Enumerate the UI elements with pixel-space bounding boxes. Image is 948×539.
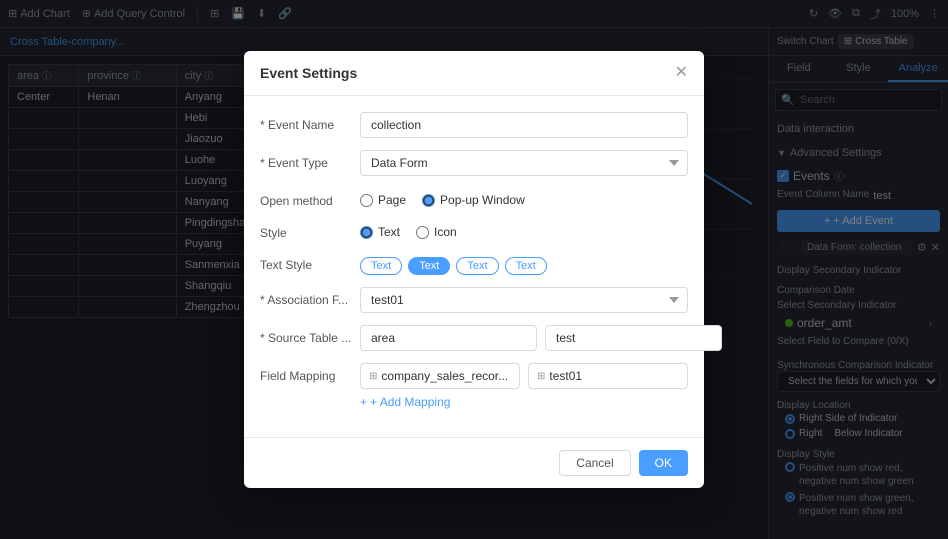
page-radio[interactable] [360,194,373,207]
association-select[interactable]: test01 [360,287,688,313]
field-map-left-icon: ⊞ [369,371,377,382]
add-mapping-button[interactable]: + + Add Mapping [360,395,688,409]
field-map-left-value: company_sales_recor... [381,369,508,383]
icon-style-option[interactable]: Icon [416,225,457,239]
text-tag-2[interactable]: Text [408,257,450,275]
text-style-label: Text Style [260,252,360,272]
add-mapping-label: + Add Mapping [370,395,450,409]
field-map-inputs: ⊞ company_sales_recor... ⊞ test01 [360,363,688,389]
event-type-label: * Event Type [260,150,360,170]
event-name-input[interactable] [360,112,688,138]
event-settings-modal: Event Settings ✕ * Event Name * Event Ty… [244,51,704,488]
association-row: * Association F... test01 [260,287,688,313]
source-area-input[interactable] [360,325,537,351]
field-map-right-icon: ⊞ [537,371,545,382]
source-table-control [360,325,722,351]
source-test-input[interactable] [545,325,722,351]
text-tag-1[interactable]: Text [360,257,402,275]
icon-radio[interactable] [416,226,429,239]
text-tag-4[interactable]: Text [505,257,547,275]
association-label: * Association F... [260,287,360,307]
icon-option-label: Icon [434,225,457,239]
event-name-label: * Event Name [260,112,360,132]
text-style-option[interactable]: Text [360,225,400,239]
text-tag-3[interactable]: Text [456,257,498,275]
text-radio[interactable] [360,226,373,239]
style-control: Text Icon [360,220,688,239]
popup-label: Pop-up Window [440,193,525,207]
text-style-control: Text Text Text Text [360,252,688,275]
modal-body: * Event Name * Event Type Data Form Link [244,96,704,437]
open-method-row: Open method Page Pop-up Window [260,188,688,208]
modal-overlay: Event Settings ✕ * Event Name * Event Ty… [0,28,948,539]
source-table-row: * Source Table ... [260,325,688,351]
text-option-label: Text [378,225,400,239]
field-map-left: ⊞ company_sales_recor... [360,363,520,389]
source-table-label: * Source Table ... [260,325,360,345]
style-row: Style Text Icon [260,220,688,240]
open-popup-option[interactable]: Pop-up Window [422,193,525,207]
main-layout: Cross Table-company... area ⓘ province ⓘ… [0,28,948,539]
event-name-control [360,112,688,138]
modal-close-button[interactable]: ✕ [675,65,688,81]
text-style-row: Text Style Text Text Text Text [260,252,688,275]
field-map-right-value: test01 [549,369,582,383]
page-label: Page [378,193,406,207]
add-mapping-icon: + [360,395,367,409]
popup-radio[interactable] [422,194,435,207]
ok-button[interactable]: OK [639,450,688,476]
event-type-control: Data Form Link [360,150,688,176]
modal-header: Event Settings ✕ [244,51,704,96]
open-method-control: Page Pop-up Window [360,188,688,207]
association-control: test01 [360,287,688,313]
event-type-row: * Event Type Data Form Link [260,150,688,176]
style-label: Style [260,220,360,240]
field-mapping-row: Field Mapping ⊞ company_sales_recor... ⊞… [260,363,688,409]
event-type-select[interactable]: Data Form Link [360,150,688,176]
field-mapping-control: ⊞ company_sales_recor... ⊞ test01 + + Ad… [360,363,688,409]
modal-footer: Cancel OK [244,437,704,488]
cancel-button[interactable]: Cancel [559,450,630,476]
field-mapping-label: Field Mapping [260,363,360,383]
open-method-label: Open method [260,188,360,208]
modal-title: Event Settings [260,65,357,81]
open-page-option[interactable]: Page [360,193,406,207]
event-name-row: * Event Name [260,112,688,138]
field-map-right: ⊞ test01 [528,363,688,389]
